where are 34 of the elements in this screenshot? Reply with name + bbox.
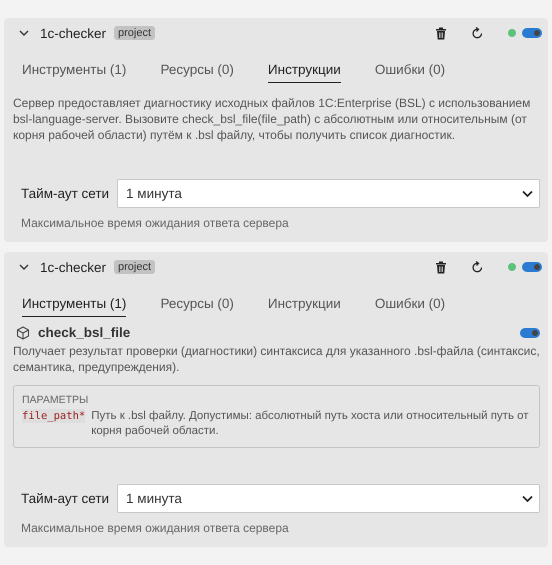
refresh-icon[interactable] [471,26,484,40]
setting-hint: Максимальное время ожидания ответа сервера [21,216,290,230]
tab[interactable]: Инструкции [268,56,341,83]
scope-badge: project [114,260,156,274]
tab[interactable]: Ресурсы (0) [160,290,234,317]
tab[interactable]: Инструкции [268,290,341,317]
delete-icon[interactable] [435,260,447,274]
tool-name: check_bsl_file [38,325,130,340]
delete-icon[interactable] [435,26,447,40]
caret-icon [522,494,533,502]
setting-label: Тайм-аут сети [21,186,110,201]
tab[interactable]: Ошибки (0) [374,56,446,83]
tab[interactable]: Инструменты (1) [22,290,126,317]
refresh-icon[interactable] [471,260,484,274]
server-name: 1c-checker [40,260,106,274]
caret-icon [522,190,533,198]
server-toggle[interactable] [522,262,542,272]
parameter-description: Путь к .bsl файлу. Допустимы: абсолютный путь хоста или относительный путь от корня рабочей области. [91,409,530,439]
scope-badge: project [114,26,156,40]
instructions-text: Сервер предоставляет диагностику исходных файлов 1C:Enterprise (BSL) с использованием bsl-language-server. Вызовите check_bsl_file(file_path) с абсолютным или относительным (от корня рабочей области) путём к .bsl файлу, чтобы получить список диагностик. [13,95,532,143]
tab[interactable]: Ошибки (0) [374,290,446,317]
server-toggle[interactable] [522,28,542,38]
parameter-name: file_path* [22,409,86,423]
tool-toggle[interactable] [520,328,540,338]
setting-label: Тайм-аут сети [21,491,110,506]
tool-description: Получает результат проверки (диагностики) синтаксиса для указанного .bsl-файла (синтаксис, семантика, предупреждения). [13,343,540,375]
server-name: 1c-checker [40,26,106,40]
parameters-heading: ПАРАМЕТРЫ [22,394,90,406]
timeout-dropdown[interactable]: 1 минута [117,179,540,208]
tab[interactable]: Ресурсы (0) [160,56,234,83]
cube-icon [16,326,30,340]
timeout-dropdown[interactable]: 1 минута [117,484,540,513]
tab[interactable]: Инструменты (1) [22,56,126,83]
setting-hint: Максимальное время ожидания ответа сервера [21,521,290,535]
